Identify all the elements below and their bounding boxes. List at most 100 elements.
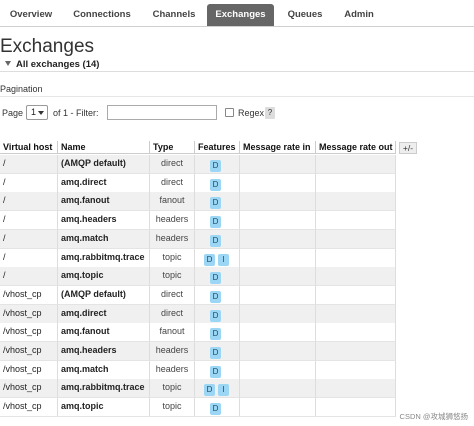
tab-channels[interactable]: Channels	[142, 4, 206, 26]
exchange-name-link[interactable]: amq.match	[58, 229, 150, 249]
message-rate-out-cell	[316, 342, 396, 361]
table-row: /vhost_cp amq.fanout fanout D	[0, 323, 396, 343]
message-rate-in-cell	[240, 211, 316, 231]
features-cell: D	[195, 323, 240, 343]
header-virtual-host[interactable]: Virtual host	[0, 141, 58, 154]
type-cell: topic	[150, 398, 195, 418]
message-rate-in-cell	[240, 173, 316, 193]
type-cell: topic	[150, 379, 195, 399]
regex-checkbox[interactable]	[225, 108, 234, 117]
exchange-name-link[interactable]: amq.direct	[58, 304, 150, 324]
message-rate-out-cell	[316, 267, 396, 287]
durable-badge: D	[210, 234, 221, 247]
exchange-name-link[interactable]: amq.topic	[58, 267, 150, 287]
message-rate-in-cell	[240, 267, 316, 287]
features-cell: DI	[195, 379, 240, 399]
header-message-rate-in[interactable]: Message rate in	[240, 141, 316, 154]
vhost-cell: /vhost_cp	[0, 342, 58, 361]
table-row: / (AMQP default) direct D	[0, 155, 396, 174]
pagination-row: Page 1 of 1 - Filter: Regex ?	[0, 105, 474, 121]
tab-overview[interactable]: Overview	[0, 4, 62, 26]
column-toggle-button[interactable]: +/-	[399, 142, 417, 154]
page-label: Page	[2, 108, 24, 118]
exchange-name-link[interactable]: amq.direct	[58, 173, 150, 193]
type-cell: direct	[150, 173, 195, 193]
table-row: / amq.match headers D	[0, 229, 396, 249]
type-cell: direct	[150, 155, 195, 174]
help-icon[interactable]: ?	[265, 107, 275, 119]
features-cell: D	[195, 267, 240, 287]
type-cell: fanout	[150, 323, 195, 343]
tab-exchanges[interactable]: Exchanges	[207, 4, 274, 26]
header-type[interactable]: Type	[150, 141, 195, 154]
page-title: Exchanges	[0, 36, 95, 57]
vhost-cell: /	[0, 267, 58, 287]
table-row: / amq.headers headers D	[0, 211, 396, 231]
message-rate-in-cell	[240, 398, 316, 418]
divider	[0, 96, 474, 97]
durable-badge: D	[210, 309, 221, 322]
exchange-name-link[interactable]: amq.headers	[58, 211, 150, 231]
header-name[interactable]: Name	[58, 141, 150, 154]
durable-badge: D	[210, 178, 221, 191]
table-row: /vhost_cp (AMQP default) direct D	[0, 285, 396, 305]
message-rate-out-cell	[316, 379, 396, 399]
message-rate-out-cell	[316, 285, 396, 305]
message-rate-out-cell	[316, 323, 396, 343]
exchange-name-link[interactable]: amq.rabbitmq.trace	[58, 379, 150, 399]
page-select[interactable]: 1	[26, 105, 48, 120]
type-cell: headers	[150, 342, 195, 361]
message-rate-in-cell	[240, 155, 316, 174]
exchange-name-link[interactable]: (AMQP default)	[58, 155, 150, 174]
vhost-cell: /	[0, 248, 58, 268]
features-cell: D	[195, 173, 240, 193]
message-rate-out-cell	[316, 248, 396, 268]
table-row: /vhost_cp amq.topic topic D	[0, 398, 396, 418]
table-row: /vhost_cp amq.direct direct D	[0, 304, 396, 324]
exchange-name-link[interactable]: (AMQP default)	[58, 285, 150, 305]
chevron-down-icon	[38, 111, 44, 115]
exchange-name-link[interactable]: amq.fanout	[58, 323, 150, 343]
exchange-name-link[interactable]: amq.fanout	[58, 192, 150, 212]
exchange-name-link[interactable]: amq.rabbitmq.trace	[58, 248, 150, 268]
top-nav: Overview Connections Channels Exchanges …	[0, 0, 474, 27]
type-cell: headers	[150, 229, 195, 249]
features-cell: D	[195, 398, 240, 418]
header-features: Features	[195, 141, 240, 154]
vhost-cell: /vhost_cp	[0, 285, 58, 305]
message-rate-in-cell	[240, 360, 316, 380]
message-rate-out-cell	[316, 173, 396, 193]
vhost-cell: /	[0, 173, 58, 193]
exchange-name-link[interactable]: amq.match	[58, 360, 150, 380]
tab-connections[interactable]: Connections	[62, 4, 142, 26]
message-rate-in-cell	[240, 248, 316, 268]
type-cell: topic	[150, 267, 195, 287]
vhost-cell: /	[0, 211, 58, 231]
durable-badge: D	[210, 197, 221, 210]
durable-badge: D	[210, 365, 221, 378]
message-rate-in-cell	[240, 323, 316, 343]
page-select-value: 1	[31, 107, 37, 117]
message-rate-in-cell	[240, 304, 316, 324]
table-row: / amq.rabbitmq.trace topic D I	[0, 248, 396, 268]
type-cell: direct	[150, 304, 195, 324]
features-cell: D	[195, 285, 240, 305]
filter-input[interactable]	[107, 105, 217, 120]
type-cell: direct	[150, 285, 195, 305]
exchange-name-link[interactable]: amq.headers	[58, 342, 150, 361]
vhost-cell: /	[0, 192, 58, 212]
exchange-name-link[interactable]: amq.topic	[58, 398, 150, 418]
message-rate-in-cell	[240, 342, 316, 361]
durable-badge: D	[210, 160, 221, 172]
message-rate-out-cell	[316, 398, 396, 418]
all-exchanges-toggle[interactable]: All exchanges (14)	[0, 58, 474, 72]
type-cell: headers	[150, 211, 195, 231]
tab-admin[interactable]: Admin	[334, 4, 384, 26]
tab-queues[interactable]: Queues	[278, 4, 332, 26]
watermark: CSDN @攻城狮悠扬	[399, 412, 468, 421]
features-cell: D	[195, 211, 240, 231]
vhost-cell: /vhost_cp	[0, 398, 58, 418]
header-message-rate-out[interactable]: Message rate out	[316, 141, 396, 154]
message-rate-out-cell	[316, 211, 396, 231]
message-rate-in-cell	[240, 229, 316, 249]
